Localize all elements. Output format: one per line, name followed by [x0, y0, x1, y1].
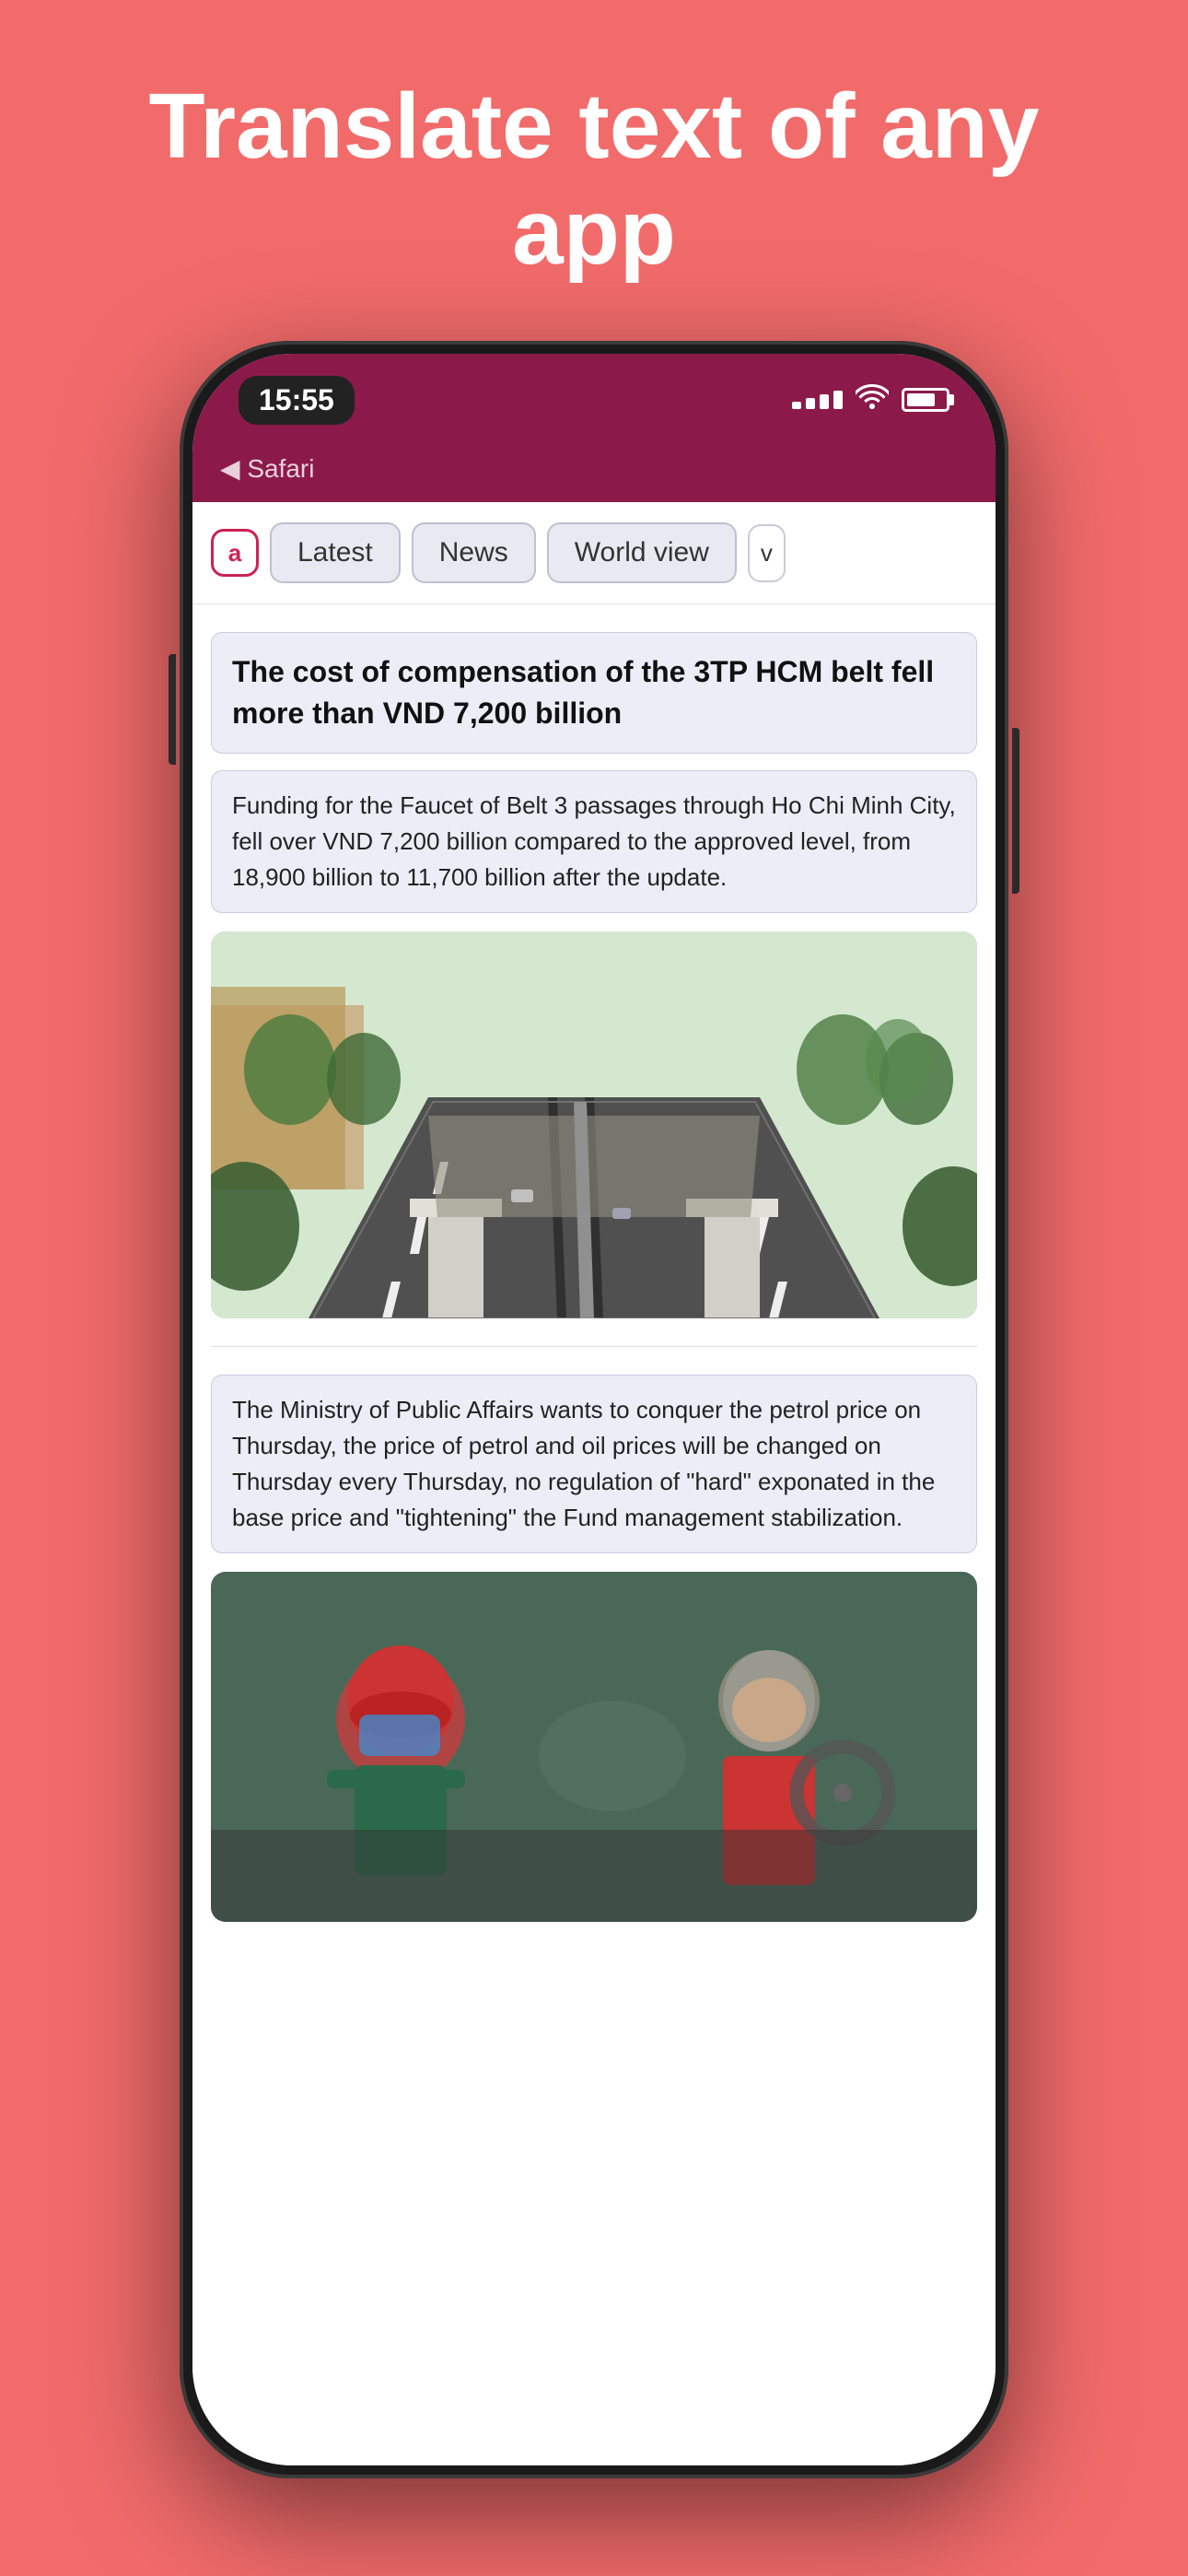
inner-status-bar: 15:55	[192, 354, 996, 446]
wifi-icon	[856, 383, 889, 416]
tab-news[interactable]: News	[412, 522, 536, 583]
phone-screen: 15:55	[192, 354, 996, 2465]
article-1-title: The cost of compensation of the 3TP HCM …	[232, 651, 956, 734]
status-right-icons	[792, 383, 949, 416]
article-2-summary-box: The Ministry of Public Affairs wants to …	[211, 1375, 977, 1553]
article-2-summary: The Ministry of Public Affairs wants to …	[232, 1392, 956, 1536]
safari-back-label[interactable]: Safari	[220, 453, 968, 484]
safari-bar[interactable]: Safari	[192, 446, 996, 502]
phone-shell: 15:55	[180, 341, 1008, 2478]
article-1-summary-box: Funding for the Faucet of Belt 3 passage…	[211, 770, 977, 913]
tab-bar: a Latest News World view v	[192, 502, 996, 604]
tab-latest[interactable]: Latest	[270, 522, 401, 583]
status-time: 15:55	[239, 376, 355, 425]
article-2: The Ministry of Public Affairs wants to …	[192, 1347, 996, 1950]
article-1-summary: Funding for the Faucet of Belt 3 passage…	[232, 788, 956, 896]
phone-mockup: 15:55	[180, 341, 1008, 2478]
tab-worldview[interactable]: World view	[547, 522, 737, 583]
hero-section: Translate text of any app	[0, 0, 1188, 341]
article-2-image	[211, 1572, 977, 1922]
tab-more[interactable]: v	[748, 524, 786, 582]
translate-icon[interactable]: a	[211, 529, 259, 577]
hero-title: Translate text of any app	[0, 0, 1188, 341]
article-1-image	[211, 931, 977, 1318]
articles-list: The cost of compensation of the 3TP HCM …	[192, 604, 996, 2465]
screen-content: 15:55	[192, 354, 996, 2465]
battery-icon	[902, 388, 949, 412]
signal-icon	[792, 391, 843, 409]
article-1: The cost of compensation of the 3TP HCM …	[192, 604, 996, 1346]
article-1-title-box: The cost of compensation of the 3TP HCM …	[211, 632, 977, 754]
